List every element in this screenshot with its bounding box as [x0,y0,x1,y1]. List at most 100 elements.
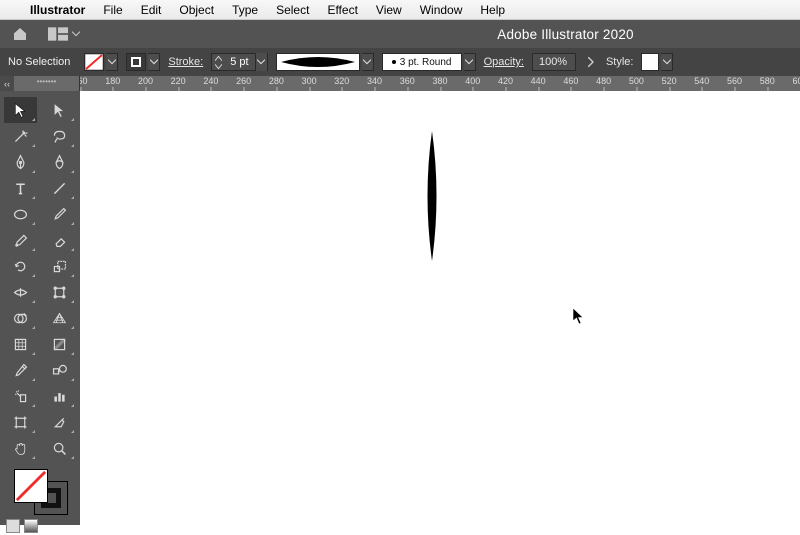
stroke-weight-value[interactable]: 5 pt [224,56,254,68]
ruler-tick: 500 [629,76,644,86]
menu-type[interactable]: Type [224,3,266,17]
stroke-weight-down[interactable] [212,62,224,70]
home-button[interactable] [8,24,32,44]
tool-eraser[interactable] [43,227,76,253]
tool-slice[interactable] [43,409,76,435]
stroke-swatch-menu[interactable] [148,53,160,71]
width-profile-group[interactable]: 3 pt. Round [382,53,476,71]
width-profile-menu[interactable] [464,53,476,71]
tool-selection[interactable] [4,97,37,123]
ruler-tick: 540 [694,76,709,86]
ruler-tick: 560 [727,76,742,86]
tool-hand[interactable] [4,435,37,461]
opacity-menu[interactable] [584,53,598,71]
tool-zoom[interactable] [43,435,76,461]
canvas[interactable] [80,91,800,525]
ruler-tick: 320 [334,76,349,86]
brush-definition-group[interactable] [276,53,374,71]
app-title-bar: Adobe Illustrator 2020 [0,20,800,48]
opacity-value[interactable]: 100% [539,56,567,68]
tool-rotate[interactable] [4,253,37,279]
stroke-swatch-group[interactable] [126,53,160,71]
tool-column-graph[interactable] [43,383,76,409]
tool-paintbrush[interactable] [43,201,76,227]
menu-help[interactable]: Help [472,3,513,17]
stroke-weight-up[interactable] [212,54,224,62]
tool-shaper[interactable] [4,227,37,253]
fill-stroke-indicator[interactable] [10,467,70,515]
control-bar: No Selection Stroke: 5 pt 3 pt. Round Op… [0,48,800,76]
tool-type[interactable] [4,175,37,201]
fill-color-box[interactable] [14,469,48,503]
ruler-tick: 240 [203,76,218,86]
menu-file[interactable]: File [95,3,130,17]
panel-collapse-arrows[interactable]: ‹‹ [0,76,14,91]
width-profile[interactable]: 3 pt. Round [382,53,462,71]
ruler-tick: 420 [498,76,513,86]
ruler-tick: 600 [792,76,800,86]
tool-direct-selection[interactable] [43,97,76,123]
tool-perspective-grid[interactable] [43,305,76,331]
tool-eyedropper[interactable] [4,357,37,383]
tool-mesh[interactable] [4,331,37,357]
ruler-tick: 360 [400,76,415,86]
app-menu[interactable]: Illustrator [22,3,93,17]
menu-object[interactable]: Object [171,3,222,17]
tool-shape-builder[interactable] [4,305,37,331]
menu-select[interactable]: Select [268,3,317,17]
color-mode-color[interactable] [6,519,20,533]
tool-rectangle[interactable] [4,201,37,227]
app-title: Adobe Illustrator 2020 [497,27,634,42]
tool-blend[interactable] [43,357,76,383]
width-profile-label: 3 pt. Round [400,57,452,68]
mouse-cursor-icon [572,307,586,325]
tool-magic-wand[interactable] [4,123,37,149]
ruler-tick: 280 [269,76,284,86]
tools-panel [0,91,80,525]
tool-curvature[interactable] [43,149,76,175]
ruler-tick: 220 [171,76,186,86]
opacity-input[interactable]: 100% [532,53,576,71]
stroke-swatch[interactable] [126,53,146,71]
tool-width[interactable] [4,279,37,305]
tool-gradient[interactable] [43,331,76,357]
workspace-switcher[interactable] [42,25,86,43]
ruler-tick: 160 [80,76,88,86]
brush-definition[interactable] [276,53,360,71]
ruler-tick: 460 [563,76,578,86]
menu-view[interactable]: View [368,3,410,17]
menu-effect[interactable]: Effect [319,3,365,17]
tool-pen[interactable] [4,149,37,175]
ruler-row: ‹‹ ••••••• 16018020022024026028030032034… [0,76,800,91]
ruler-tick: 400 [465,76,480,86]
menu-edit[interactable]: Edit [133,3,170,17]
brush-definition-menu[interactable] [362,53,374,71]
ruler-tick: 480 [596,76,611,86]
graphic-style-menu[interactable] [661,53,673,71]
graphic-style[interactable] [641,53,659,71]
mac-menubar: Illustrator File Edit Object Type Select… [0,0,800,20]
tool-symbol-sprayer[interactable] [4,383,37,409]
stroke-weight-menu[interactable] [255,53,267,71]
ruler-tick: 580 [760,76,775,86]
stroke-panel-link[interactable]: Stroke: [168,56,203,68]
ruler-tick: 200 [138,76,153,86]
stroke-weight-input[interactable]: 5 pt [211,53,267,71]
color-mode-gradient[interactable] [24,519,38,533]
fill-swatch[interactable] [84,53,104,71]
tool-lasso[interactable] [43,123,76,149]
tool-scale[interactable] [43,253,76,279]
menu-window[interactable]: Window [412,3,471,17]
fill-swatch-group[interactable] [84,53,118,71]
fill-swatch-menu[interactable] [106,53,118,71]
graphic-style-group[interactable] [641,53,673,71]
tool-artboard[interactable] [4,409,37,435]
artwork-stroke[interactable] [420,131,444,261]
tool-free-transform[interactable] [43,279,76,305]
selection-status: No Selection [8,56,70,68]
horizontal-ruler[interactable]: 1601802002202402602803003203403603804004… [80,76,800,91]
tools-header: ••••••• [14,76,80,91]
tool-line-segment[interactable] [43,175,76,201]
opacity-panel-link[interactable]: Opacity: [484,56,524,68]
color-mode-row [0,517,80,535]
